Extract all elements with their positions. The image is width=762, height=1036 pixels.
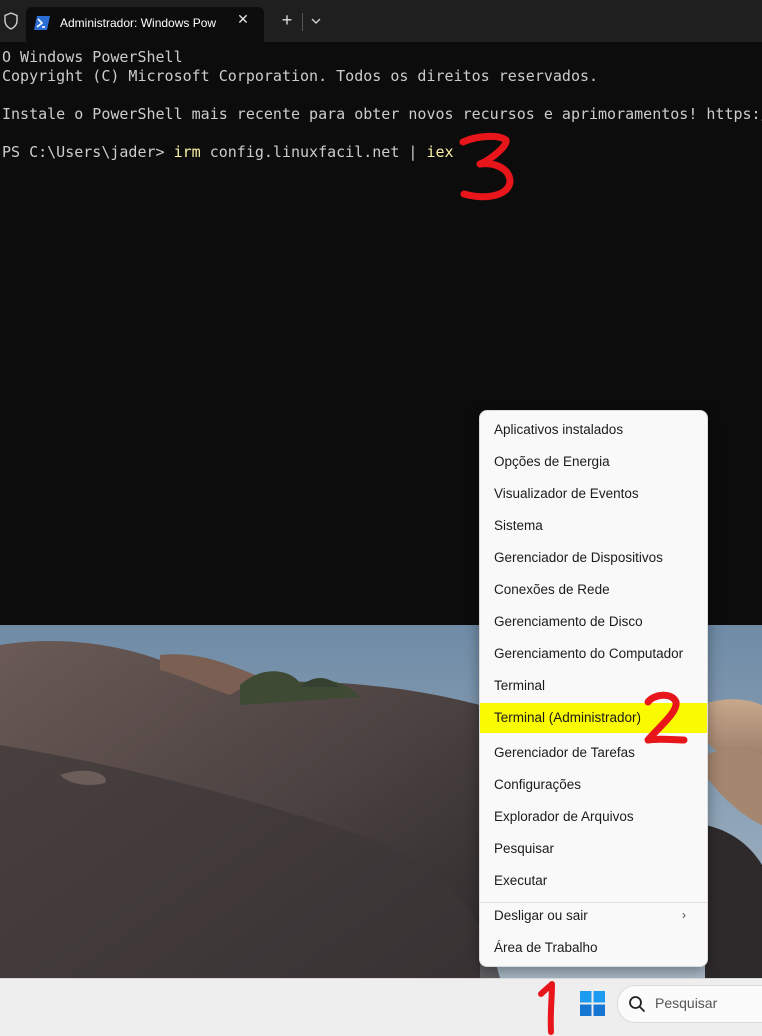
menu-item-label: Configurações (494, 777, 582, 792)
menu-item-device-manager[interactable]: Gerenciador de Dispositivos (480, 543, 707, 573)
menu-item-disk-management[interactable]: Gerenciamento de Disco (480, 607, 707, 637)
annotation-step-1 (538, 981, 555, 1035)
new-tab-button[interactable]: + (278, 10, 296, 31)
menu-item-label: Aplicativos instalados (494, 422, 624, 437)
menu-item-label: Gerenciamento do Computador (494, 646, 684, 661)
menu-item-label: Gerenciamento de Disco (494, 614, 643, 629)
menu-item-event-viewer[interactable]: Visualizador de Eventos (480, 479, 707, 509)
winx-context-menu: Aplicativos instalados Opções de Energia… (479, 410, 708, 967)
annotation-step-3 (459, 132, 514, 201)
terminal-prompt-line: PS C:\Users\jader> irm config.linuxfacil… (2, 143, 454, 161)
terminal-line: O Windows PowerShell (2, 48, 183, 66)
menu-item-label: Explorador de Arquivos (494, 809, 634, 824)
command-iex: iex (426, 143, 454, 161)
chevron-down-icon[interactable] (310, 16, 322, 26)
annotation-step-2 (644, 691, 688, 744)
menu-item-desktop[interactable]: Área de Trabalho (480, 933, 707, 963)
menu-item-shutdown[interactable]: Desligar ou sair › (480, 901, 707, 931)
terminal-line: Copyright (C) Microsoft Corporation. Tod… (2, 67, 599, 85)
command-argument: config.linuxfacil.net | (200, 143, 427, 161)
menu-item-label: Gerenciador de Dispositivos (494, 550, 663, 565)
window-titlebar: Administrador: Windows Pow ✕ + (0, 0, 762, 42)
command-irm: irm (173, 143, 201, 161)
menu-item-run[interactable]: Executar (480, 866, 707, 896)
menu-item-network-connections[interactable]: Conexões de Rede (480, 575, 707, 605)
menu-item-label: Visualizador de Eventos (494, 486, 639, 501)
menu-item-search[interactable]: Pesquisar (480, 834, 707, 864)
close-tab-icon[interactable]: ✕ (234, 12, 252, 28)
menu-item-label: Desligar ou sair (494, 908, 588, 923)
menu-item-power-options[interactable]: Opções de Energia (480, 447, 707, 477)
menu-item-file-explorer[interactable]: Explorador de Arquivos (480, 802, 707, 832)
chevron-right-icon: › (682, 908, 686, 922)
menu-item-installed-apps[interactable]: Aplicativos instalados (480, 415, 707, 445)
menu-item-settings[interactable]: Configurações (480, 770, 707, 800)
menu-item-label: Pesquisar (494, 841, 555, 856)
menu-item-label: Executar (494, 873, 548, 888)
menu-item-label: Conexões de Rede (494, 582, 610, 597)
menu-item-label: Gerenciador de Tarefas (494, 745, 635, 760)
tab-divider (302, 13, 303, 31)
tab-powershell-admin[interactable]: Administrador: Windows Pow ✕ (26, 7, 264, 42)
windows-start-icon[interactable] (580, 991, 605, 1016)
menu-item-label: Opções de Energia (494, 454, 610, 469)
menu-item-label: Terminal (494, 678, 546, 693)
taskbar-search-box[interactable]: Pesquisar (617, 985, 762, 1023)
terminal-line: Instale o PowerShell mais recente para o… (2, 105, 762, 123)
powershell-icon (34, 16, 50, 30)
menu-item-label: Área de Trabalho (494, 940, 598, 955)
tab-title: Administrador: Windows Pow (60, 16, 217, 30)
search-placeholder: Pesquisar (655, 995, 718, 1011)
search-icon (629, 996, 645, 1012)
taskbar: Pesquisar (0, 978, 762, 1036)
menu-item-computer-management[interactable]: Gerenciamento do Computador (480, 639, 707, 669)
shield-icon (4, 12, 18, 30)
menu-item-label: Terminal (Administrador) (494, 710, 642, 725)
prompt: PS C:\Users\jader> (2, 143, 174, 161)
menu-item-system[interactable]: Sistema (480, 511, 707, 541)
menu-item-label: Sistema (494, 518, 543, 533)
